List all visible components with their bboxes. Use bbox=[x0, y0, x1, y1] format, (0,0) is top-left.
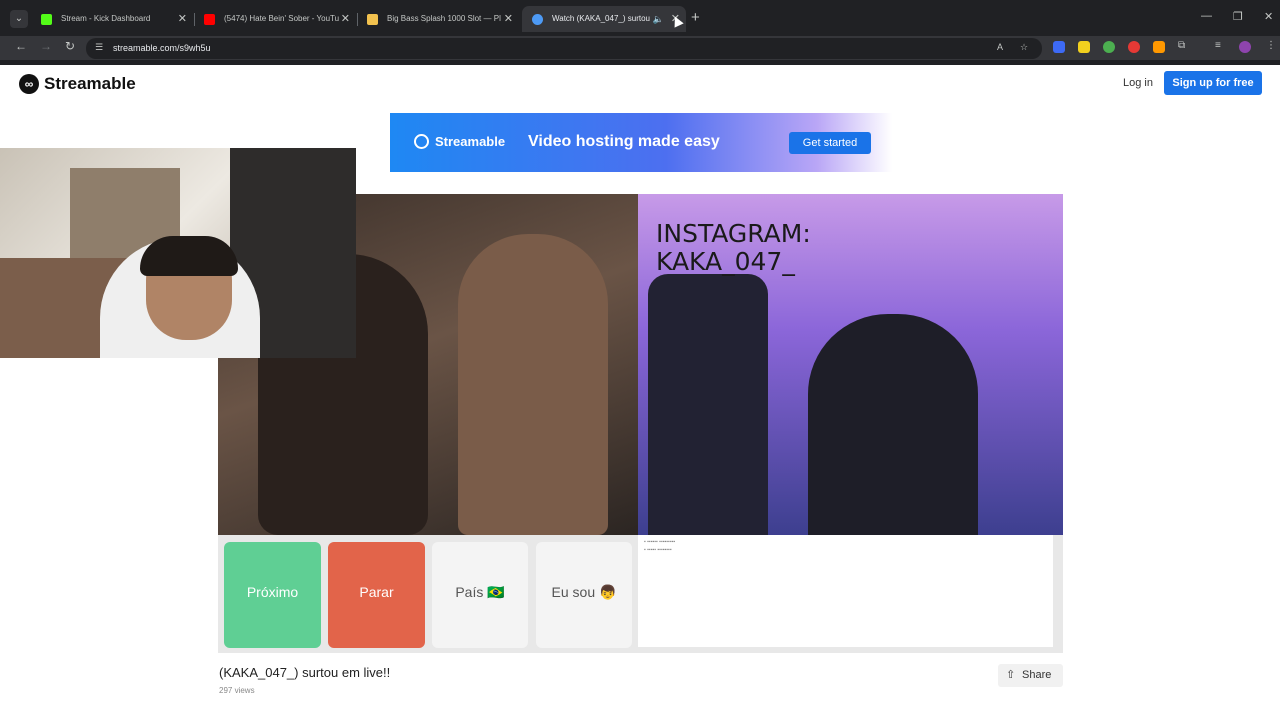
extension-icon[interactable] bbox=[1078, 41, 1090, 53]
close-icon[interactable]: ✕ bbox=[341, 6, 350, 32]
back-icon[interactable]: ← bbox=[15, 39, 27, 53]
logo-text: Streamable bbox=[44, 74, 136, 93]
bookmark-star-icon[interactable]: ☆ bbox=[1020, 42, 1028, 53]
media-icon[interactable]: ≡ bbox=[1215, 40, 1221, 51]
site-icon bbox=[367, 14, 378, 25]
url-text: streamable.com/s9wh5u bbox=[113, 43, 211, 53]
insta-line-1: INSTAGRAM: bbox=[656, 219, 811, 248]
speaker-icon[interactable]: 🔈 bbox=[653, 6, 664, 32]
extension-icon[interactable] bbox=[1128, 41, 1140, 53]
tab-title: Big Bass Splash 1000 Slot — Pl bbox=[387, 14, 501, 23]
forward-icon[interactable]: → bbox=[40, 39, 52, 53]
country-button[interactable]: País 🇧🇷 bbox=[432, 542, 528, 648]
minimize-icon[interactable]: — bbox=[1201, 10, 1212, 22]
share-button[interactable]: ⇧ Share bbox=[998, 664, 1063, 687]
tab-title: Watch (KAKA_047_) surtou bbox=[552, 14, 650, 23]
reload-icon[interactable]: ↻ bbox=[65, 39, 75, 53]
address-bar[interactable]: ☰ streamable.com/s9wh5u A ☆ bbox=[86, 38, 1042, 59]
gaming-chair bbox=[648, 274, 768, 535]
kick-icon bbox=[41, 14, 52, 25]
chat-message: ▪ ▪▪▪▪▪ ▪▪▪▪▪▪▪▪ bbox=[644, 547, 672, 553]
banner-brand: Streamable bbox=[435, 134, 506, 149]
banner-tagline: Video hosting made easy bbox=[528, 133, 720, 150]
infinity-icon: ∞ bbox=[19, 74, 39, 94]
more-menu-icon[interactable]: ⋮ bbox=[1266, 40, 1276, 51]
chat-controls: Próximo Parar País 🇧🇷 Eu sou 👦 ▪ ▪▪▪▪▪▪ … bbox=[218, 535, 1063, 653]
new-tab-icon[interactable]: + bbox=[691, 9, 700, 26]
extension-icon[interactable] bbox=[1153, 41, 1165, 53]
next-button[interactable]: Próximo bbox=[224, 542, 321, 648]
streamable-icon bbox=[532, 14, 543, 25]
tab-title: (5474) Hate Bein' Sober - YouTu bbox=[224, 14, 340, 23]
tab-slot[interactable]: Big Bass Splash 1000 Slot — Pl ✕ bbox=[357, 6, 519, 32]
close-icon[interactable]: ✕ bbox=[504, 6, 513, 32]
streamable-logo[interactable]: ∞ Streamable bbox=[19, 73, 136, 95]
video-title: (KAKA_047_) surtou em live!! bbox=[219, 665, 391, 680]
ad-banner[interactable]: Streamable Video hosting made easy Get s… bbox=[390, 113, 892, 172]
chat-message: ▪ ▪▪▪▪▪▪ ▪▪▪▪▪▪▪▪▪ bbox=[644, 539, 676, 545]
login-link[interactable]: Log in bbox=[1123, 77, 1153, 89]
tab-kick-dashboard[interactable]: Stream - Kick Dashboard ✕ bbox=[31, 6, 193, 32]
site-info-icon[interactable]: ☰ bbox=[95, 42, 103, 53]
puzzle-icon[interactable]: ⧉ bbox=[1178, 40, 1185, 51]
browser-tab-bar: ⌄ Stream - Kick Dashboard ✕ (5474) Hate … bbox=[0, 0, 1280, 36]
person-silhouette bbox=[458, 234, 608, 535]
stop-button[interactable]: Parar bbox=[328, 542, 425, 648]
tab-title: Stream - Kick Dashboard bbox=[61, 14, 151, 23]
tab-search-icon[interactable]: ⌄ bbox=[10, 10, 28, 28]
infinity-icon bbox=[414, 134, 429, 149]
translate-icon[interactable]: A bbox=[997, 42, 1003, 52]
window-close-icon[interactable]: ✕ bbox=[1264, 10, 1273, 23]
close-icon[interactable]: ✕ bbox=[178, 6, 187, 32]
share-icon: ⇧ bbox=[1006, 669, 1016, 681]
restore-icon[interactable]: ❐ bbox=[1233, 10, 1243, 23]
streamer-hair bbox=[140, 236, 238, 276]
profile-avatar[interactable] bbox=[1239, 41, 1251, 53]
banner-logo: Streamable bbox=[414, 134, 505, 149]
get-started-button[interactable]: Get started bbox=[789, 132, 871, 154]
webcam-overlay bbox=[0, 148, 356, 358]
share-label: Share bbox=[1022, 669, 1052, 681]
insta-line-2: KAKA_047_ bbox=[656, 247, 795, 276]
person-silhouette bbox=[808, 314, 978, 535]
video-right-pane: INSTAGRAM: KAKA_047_ bbox=[638, 194, 1063, 535]
extension-icon[interactable] bbox=[1103, 41, 1115, 53]
view-count: 297 views bbox=[219, 686, 255, 695]
browser-toolbar: ← → ↻ ☰ streamable.com/s9wh5u A ☆ ⧉ ≡ ⋮ bbox=[0, 36, 1280, 60]
tab-youtube[interactable]: (5474) Hate Bein' Sober - YouTu ✕ bbox=[194, 6, 356, 32]
tab-streamable[interactable]: Watch (KAKA_047_) surtou 🔈 ✕ bbox=[522, 6, 686, 32]
signup-button[interactable]: Sign up for free bbox=[1164, 71, 1262, 95]
extension-icon[interactable] bbox=[1053, 41, 1065, 53]
iam-button[interactable]: Eu sou 👦 bbox=[536, 542, 632, 648]
instagram-overlay: INSTAGRAM: KAKA_047_ bbox=[656, 220, 811, 276]
youtube-icon bbox=[204, 14, 215, 25]
chat-panel[interactable]: ▪ ▪▪▪▪▪▪ ▪▪▪▪▪▪▪▪▪ ▪ ▪▪▪▪▪ ▪▪▪▪▪▪▪▪ bbox=[638, 535, 1053, 647]
